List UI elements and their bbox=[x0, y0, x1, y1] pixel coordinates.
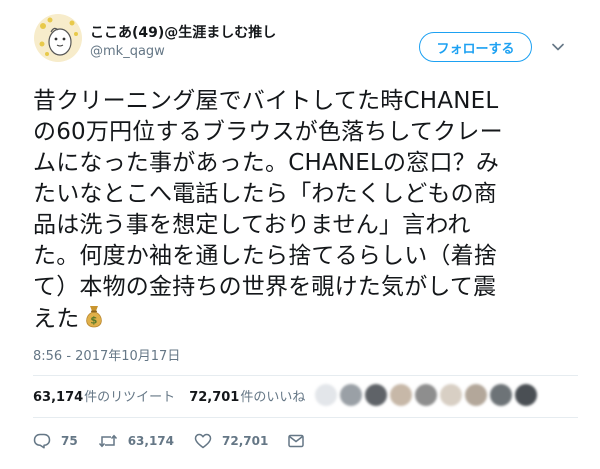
divider bbox=[33, 375, 578, 376]
retweets-stat-count: 63,174 bbox=[33, 389, 84, 405]
heart-icon bbox=[194, 433, 212, 449]
liker-avatar[interactable] bbox=[465, 384, 487, 406]
likes-stat[interactable]: 72,701件のいいね bbox=[189, 386, 305, 405]
reply-button[interactable]: 75 bbox=[33, 433, 78, 449]
reply-icon bbox=[33, 433, 51, 449]
liker-avatar[interactable] bbox=[440, 384, 462, 406]
tweet-line: て）本物の金持ちの世界を覗けた気がして震 bbox=[33, 274, 497, 300]
engagement-stats: 63,174件のリツイート 72,701件のいいね bbox=[33, 385, 319, 405]
tweet-line: の60万円位するブラウスが色落ちしてクレー bbox=[33, 119, 503, 145]
liker-avatar[interactable] bbox=[515, 384, 537, 406]
liker-avatar[interactable] bbox=[340, 384, 362, 406]
tweet-line: ムになった事があった。CHANELの窓口？み bbox=[33, 150, 500, 176]
retweets-stat-label: 件のリツイート bbox=[84, 389, 176, 405]
like-button[interactable]: 72,701 bbox=[194, 433, 268, 449]
direct-message-button[interactable] bbox=[288, 434, 314, 448]
display-name[interactable]: ここあ(49)@生涯ましむ推し bbox=[90, 22, 276, 42]
envelope-icon bbox=[288, 434, 305, 448]
tweet-line: えた bbox=[33, 306, 80, 332]
divider bbox=[33, 417, 578, 418]
likes-stat-label: 件のいいね bbox=[240, 389, 306, 405]
likes-stat-count: 72,701 bbox=[189, 389, 240, 405]
liker-avatar[interactable] bbox=[490, 384, 512, 406]
liker-avatar[interactable] bbox=[390, 384, 412, 406]
retweet-button[interactable]: 63,174 bbox=[98, 433, 174, 449]
tweet-actions: 75 63,174 72,701 bbox=[33, 431, 334, 451]
tweet-timestamp[interactable]: 8:56 - 2017年10月17日 bbox=[33, 345, 180, 364]
tweet-card: ここあ(49)@生涯ましむ推し @mk_qagw フォローする 昔クリーニング屋… bbox=[0, 0, 600, 469]
tweet-line: 昔クリーニング屋でバイトしてた時CHANEL bbox=[33, 88, 499, 114]
retweet-icon bbox=[98, 434, 117, 448]
avatar[interactable] bbox=[34, 14, 82, 62]
user-handle[interactable]: @mk_qagw bbox=[90, 44, 165, 59]
tweet-last-line: えた $ bbox=[33, 303, 593, 338]
liker-avatar[interactable] bbox=[415, 384, 437, 406]
liker-avatars bbox=[315, 383, 540, 407]
liker-avatar[interactable] bbox=[315, 384, 337, 406]
tweet-text: 昔クリーニング屋でバイトしてた時CHANEL の60万円位するブラウスが色落ちし… bbox=[33, 86, 593, 338]
chevron-down-icon[interactable] bbox=[550, 39, 566, 55]
tweet-line: たいなとこへ電話したら「わたくしどもの商 bbox=[33, 181, 497, 207]
reply-count: 75 bbox=[61, 434, 78, 448]
retweets-stat[interactable]: 63,174件のリツイート bbox=[33, 386, 175, 405]
liker-avatar[interactable] bbox=[365, 384, 387, 406]
svg-text:$: $ bbox=[91, 316, 98, 327]
tweet-line: た。何度か袖を通したら捨てるらしい（着捨 bbox=[33, 243, 497, 269]
like-count: 72,701 bbox=[222, 434, 269, 448]
tweet-line: 品は洗う事を想定しておりません」言われ bbox=[33, 212, 471, 238]
money-bag-icon: $ bbox=[81, 303, 107, 338]
follow-button[interactable]: フォローする bbox=[419, 32, 532, 62]
retweet-count: 63,174 bbox=[127, 434, 175, 448]
